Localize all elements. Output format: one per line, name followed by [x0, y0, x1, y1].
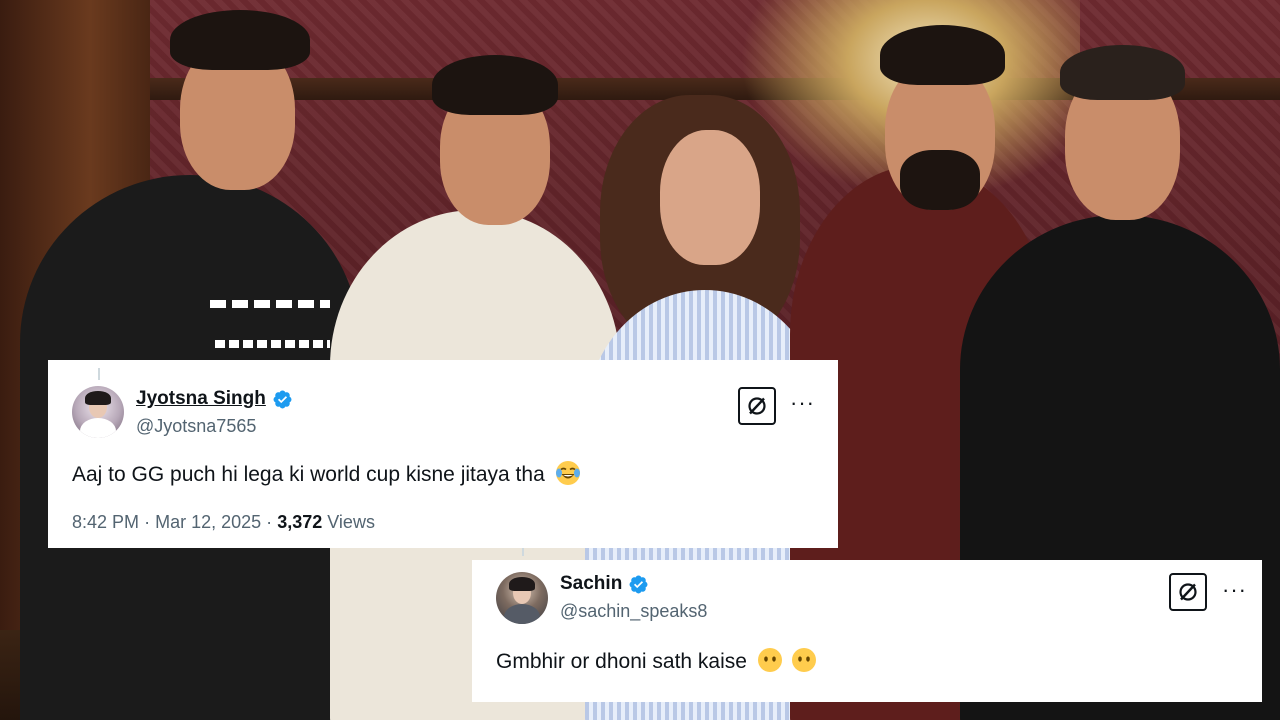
x-logo-icon — [748, 397, 766, 415]
tweet-text: Aaj to GG puch hi lega ki world cup kisn… — [72, 460, 581, 487]
views-label: Views — [327, 512, 375, 532]
face-with-tears-of-joy-icon — [555, 461, 580, 485]
person-1-hair — [170, 10, 310, 70]
avatar[interactable] — [496, 572, 548, 624]
views-count: 3,372 — [277, 512, 323, 532]
person-4-beard — [900, 150, 980, 210]
author-handle[interactable]: @sachin_speaks8 — [560, 601, 707, 622]
thread-line — [522, 548, 524, 556]
thread-line — [98, 368, 100, 380]
person-3-head — [660, 130, 760, 265]
meta-separator: · — [266, 512, 273, 532]
meta-separator: · — [144, 512, 151, 532]
tweet-card[interactable]: Sachin @sachin_speaks8 ··· Gmbhir or dho… — [472, 548, 1262, 702]
author-name[interactable]: Jyotsna Singh — [136, 388, 266, 410]
person-5-hair — [1060, 45, 1185, 100]
verified-badge-icon — [629, 575, 648, 593]
face-without-mouth-icon — [791, 648, 816, 672]
verified-badge-icon — [273, 390, 292, 408]
tweet-text-body: Gmbhir or dhoni sath kaise — [496, 650, 747, 673]
person-2-hair — [432, 55, 558, 115]
more-options-icon[interactable]: ··· — [790, 392, 815, 414]
tweet-text-body: Aaj to GG puch hi lega ki world cup kisn… — [72, 463, 545, 486]
tweet-time[interactable]: 8:42 PM — [72, 512, 139, 532]
x-logo-button[interactable] — [1169, 573, 1207, 611]
shirt-print — [215, 340, 330, 348]
more-options-icon[interactable]: ··· — [1222, 579, 1247, 601]
x-logo-icon — [1179, 583, 1197, 601]
shirt-print — [210, 300, 330, 308]
x-logo-button[interactable] — [738, 387, 776, 425]
person-4-hair — [880, 25, 1005, 85]
tweet-date[interactable]: Mar 12, 2025 — [155, 512, 261, 532]
tweet-meta: 8:42 PM · Mar 12, 2025 · 3,372 Views — [72, 512, 375, 533]
author-handle[interactable]: @Jyotsna7565 — [136, 416, 256, 437]
tweet-text: Gmbhir or dhoni sath kaise — [496, 647, 817, 674]
author-row: Sachin — [560, 573, 649, 595]
avatar[interactable] — [72, 386, 124, 438]
author-name[interactable]: Sachin — [560, 573, 622, 595]
face-without-mouth-icon — [757, 648, 782, 672]
author-row: Jyotsna Singh — [136, 388, 293, 410]
tweet-card[interactable]: Jyotsna Singh @Jyotsna7565 ··· Aaj to GG… — [48, 360, 838, 548]
